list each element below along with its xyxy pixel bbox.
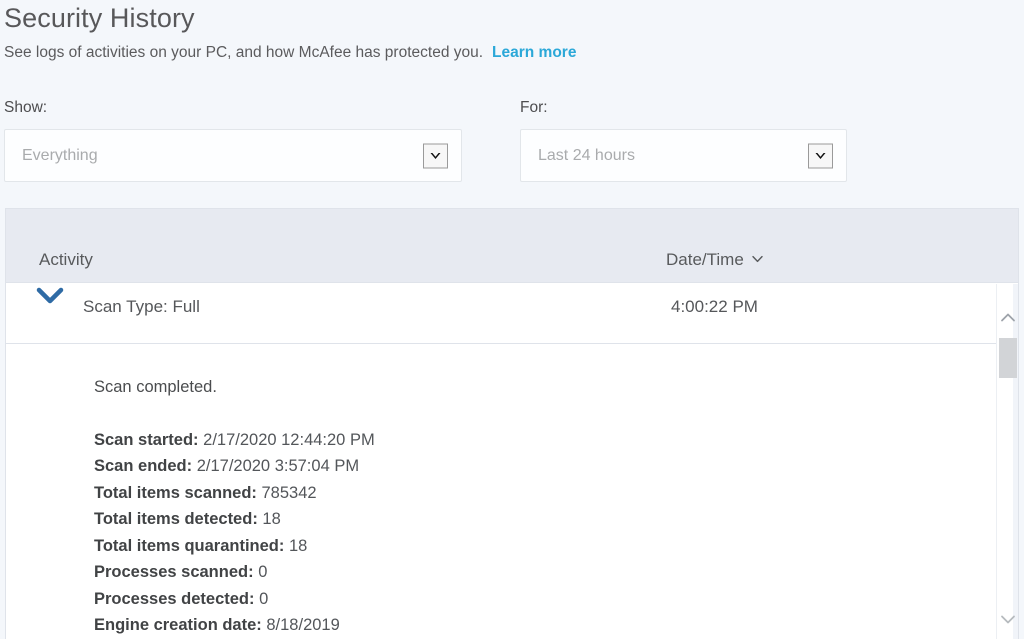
detail-value: 0: [258, 563, 268, 581]
for-label: For:: [520, 99, 548, 116]
row-detail-panel: Scan completed. Scan started: 2/17/2020 …: [6, 344, 1018, 638]
scrollbar-thumb[interactable]: [999, 338, 1017, 378]
table-scrollbar[interactable]: [996, 284, 1018, 639]
scrollbar-up-button[interactable]: [997, 309, 1018, 331]
table-row-activity-title: Scans run: [83, 283, 160, 289]
period-dropdown-value: Last 24 hours: [538, 146, 635, 164]
table-row[interactable]: Scans run Scan Type: Full 2/17/2020 4:00…: [6, 283, 1018, 344]
table-header-row: Activity Date/Time: [6, 209, 1018, 283]
detail-label: Scan started:: [94, 430, 199, 449]
show-dropdown[interactable]: Everything: [4, 129, 462, 182]
detail-field-engine-creation-date: Engine creation date: 8/18/2019: [94, 612, 1018, 639]
show-dropdown-value: Everything: [22, 146, 98, 164]
detail-label: Scan ended:: [94, 457, 193, 475]
page-title: Security History: [4, 3, 195, 33]
detail-value: 2/17/2020 3:57:04 PM: [196, 457, 360, 475]
filters-bar: Show: Everything For: Last 24 hours: [0, 98, 1024, 196]
detail-value: 2/17/2020 12:44:20 PM: [203, 430, 375, 449]
chevron-down-icon: [1000, 612, 1016, 630]
chevron-down-icon[interactable]: [808, 143, 833, 168]
column-header-datetime[interactable]: Date/Time: [666, 249, 764, 271]
page-subtitle: See logs of activities on your PC, and h…: [4, 41, 576, 65]
detail-field-scan-ended: Scan ended: 2/17/2020 3:57:04 PM: [94, 453, 1018, 480]
table-row-time: 4:00:22 PM: [671, 297, 758, 316]
detail-label: Processes scanned:: [94, 563, 254, 581]
detail-spacer: [94, 401, 1018, 427]
detail-label: Engine creation date:: [94, 616, 262, 634]
detail-value: 18: [288, 536, 308, 555]
subtitle-text: See logs of activities on your PC, and h…: [4, 44, 484, 61]
table-row-date: 2/17/2020: [671, 283, 747, 289]
detail-value: 8/18/2019: [266, 616, 340, 634]
detail-label: Processes detected:: [94, 589, 255, 608]
learn-more-link[interactable]: Learn more: [492, 44, 576, 61]
detail-field-scan-started: Scan started: 2/17/2020 12:44:20 PM: [94, 427, 1018, 454]
detail-field-total-items-quarantined: Total items quarantined: 18: [94, 533, 1018, 560]
filter-show: Show: Everything: [4, 98, 462, 182]
security-history-page: Security History See logs of activities …: [0, 0, 1024, 639]
detail-label: Total items detected:: [94, 510, 258, 528]
detail-field-processes-detected: Processes detected: 0: [94, 586, 1018, 613]
detail-field-total-items-detected: Total items detected: 18: [94, 506, 1018, 533]
chevron-up-icon: [1000, 311, 1016, 329]
detail-field-processes-scanned: Processes scanned: 0: [94, 559, 1018, 586]
detail-value: 785342: [261, 483, 317, 502]
scrollbar-down-button[interactable]: [997, 610, 1018, 632]
period-dropdown[interactable]: Last 24 hours: [520, 129, 847, 182]
detail-value: 0: [259, 589, 269, 608]
chevron-down-icon[interactable]: [36, 287, 64, 305]
detail-value: 18: [262, 510, 281, 528]
chevron-down-icon[interactable]: [423, 143, 448, 168]
table-row-activity-subtitle: Scan Type: Full: [83, 297, 200, 316]
security-history-table: Activity Date/Time Scans run Scan Type: …: [5, 208, 1019, 639]
detail-status: Scan completed.: [94, 378, 217, 396]
chevron-down-icon[interactable]: [751, 249, 764, 271]
detail-field-total-items-scanned: Total items scanned: 785342: [94, 480, 1018, 507]
detail-label: Total items scanned:: [94, 483, 257, 502]
filter-for: For: Last 24 hours: [520, 98, 847, 182]
column-header-datetime-label: Date/Time: [666, 250, 744, 269]
detail-label: Total items quarantined:: [94, 536, 285, 555]
column-header-activity[interactable]: Activity: [39, 249, 93, 271]
show-label: Show:: [4, 99, 48, 116]
